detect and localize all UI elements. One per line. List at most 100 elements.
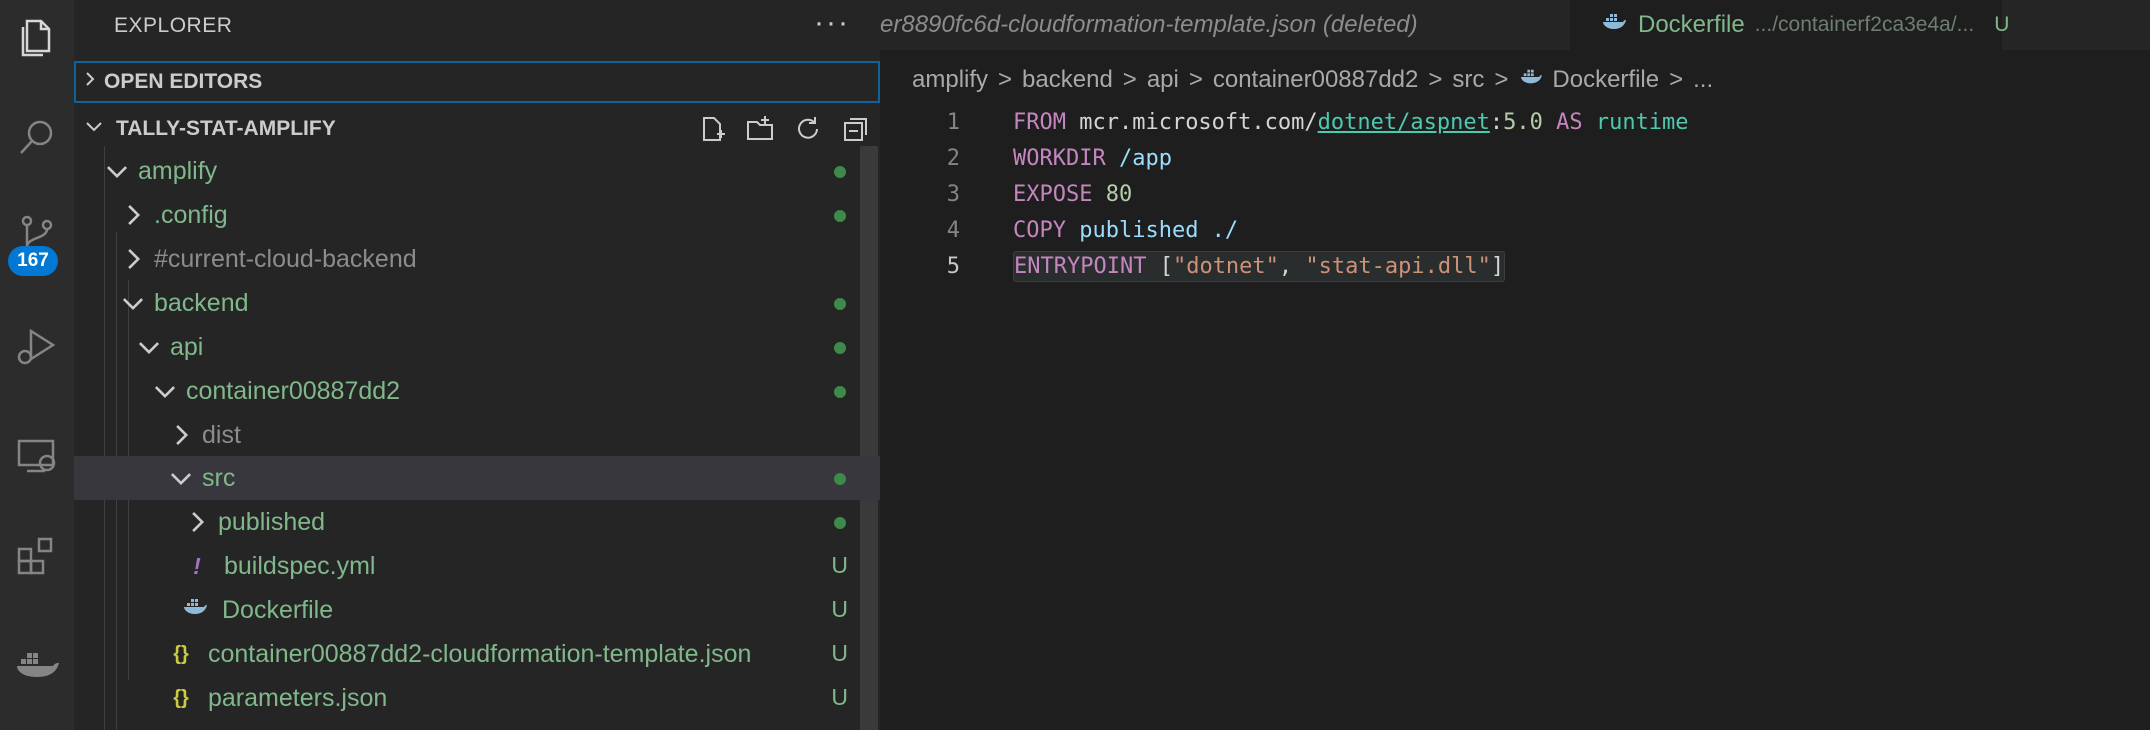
chevron-right-icon: > xyxy=(1122,66,1137,93)
search-icon[interactable] xyxy=(0,102,74,172)
tree-item-label: backend xyxy=(154,288,249,317)
chevron-down-icon xyxy=(106,166,128,179)
tree-item-label: published xyxy=(218,507,326,536)
chevron-down-icon xyxy=(138,342,160,355)
new-file-icon[interactable] xyxy=(688,114,736,144)
chevron-right-icon xyxy=(76,70,104,94)
code-line: 2 WORKDIR /app xyxy=(880,140,2150,176)
code-token: /app xyxy=(1105,145,1172,171)
breadcrumb-item[interactable]: amplify xyxy=(912,66,988,94)
tree-item-label: Dockerfile xyxy=(222,595,334,624)
tab-label: er8890fc6d-cloudformation-template.json … xyxy=(880,11,1418,38)
more-actions-button[interactable]: ··· xyxy=(814,6,850,40)
chevron-right-icon: > xyxy=(1669,66,1684,93)
git-status-dot xyxy=(834,473,846,485)
tab-path: .../containerf2ca3e4a/... xyxy=(1754,13,1975,36)
tree-item-src[interactable]: src xyxy=(74,456,880,500)
tree-item-buildspec[interactable]: ! buildspec.yml U xyxy=(74,544,860,588)
code-link[interactable]: dotnet/aspnet xyxy=(1318,110,1490,135)
code-line-current: 5 ENTRYPOINT ["dotnet", "stat-api.dll"] xyxy=(880,248,2150,284)
code-token: "stat-api.dll" xyxy=(1305,253,1491,279)
chevron-down-icon xyxy=(170,473,192,486)
line-number: 5 xyxy=(946,253,960,279)
chevron-right-icon: > xyxy=(1494,66,1509,93)
tree-item-container00887dd2[interactable]: container00887dd2 xyxy=(74,369,860,413)
docker-file-icon xyxy=(1518,66,1544,94)
explorer-icon[interactable] xyxy=(0,2,74,72)
workspace-actions xyxy=(688,108,880,150)
breadcrumb-item[interactable]: src xyxy=(1452,66,1484,94)
code-token: : xyxy=(1489,109,1504,135)
chevron-down-icon xyxy=(154,386,176,399)
tab-dockerfile[interactable]: Dockerfile .../containerf2ca3e4a/... U xyxy=(1570,0,2009,50)
json-file-icon: {} xyxy=(173,642,189,665)
tree-item-cloudformation-template[interactable]: {} container00887dd2-cloudformation-temp… xyxy=(74,632,860,676)
breadcrumb: amplify > backend > api > container00887… xyxy=(912,66,1713,94)
code-token: ] xyxy=(1490,253,1505,279)
code-token: FROM xyxy=(1013,109,1066,135)
docker-file-icon xyxy=(1600,11,1628,40)
tree-item-label: dist xyxy=(202,420,241,449)
json-file-icon: {} xyxy=(173,686,189,709)
tab-deleted-template[interactable]: er8890fc6d-cloudformation-template.json … xyxy=(880,0,1570,50)
refresh-icon[interactable] xyxy=(784,114,832,144)
chevron-right-icon xyxy=(176,424,189,446)
source-control-badge: 167 xyxy=(8,246,58,276)
open-editors-section[interactable]: OPEN EDITORS xyxy=(74,61,880,103)
git-status-dot xyxy=(834,342,846,354)
run-debug-icon[interactable] xyxy=(0,312,74,382)
tree-item-label: api xyxy=(170,332,204,361)
yaml-file-icon: ! xyxy=(193,552,201,579)
explorer-sidebar: EXPLORER ··· OPEN EDITORS TALLY-STAT-AMP… xyxy=(74,0,880,730)
git-status-badge: U xyxy=(831,596,848,622)
code-token: [ xyxy=(1146,253,1173,279)
tree-item-config[interactable]: .config xyxy=(74,193,860,237)
sidebar-scrollbar[interactable] xyxy=(860,146,878,730)
line-number: 4 xyxy=(946,217,960,243)
git-status-dot xyxy=(834,210,846,222)
extensions-icon[interactable] xyxy=(0,520,74,590)
breadcrumb-item[interactable]: ... xyxy=(1693,66,1713,94)
breadcrumb-item[interactable]: container00887dd2 xyxy=(1213,66,1419,94)
tree-item-label: #current-cloud-backend xyxy=(154,244,417,273)
chevron-right-icon: > xyxy=(1428,66,1443,93)
docker-icon[interactable] xyxy=(0,628,74,698)
text-selection: ENTRYPOINT ["dotnet", "stat-api.dll"] xyxy=(1013,250,1506,282)
collapse-all-icon[interactable] xyxy=(832,114,880,144)
explorer-title: EXPLORER xyxy=(114,14,233,37)
tree-item-label: src xyxy=(202,463,236,492)
code-token: AS xyxy=(1542,109,1596,135)
tree-item-label: .config xyxy=(154,200,228,229)
remote-explorer-icon[interactable] xyxy=(0,420,74,490)
tree-item-parameters[interactable]: {} parameters.json U xyxy=(74,676,860,720)
tree-item-dist[interactable]: dist xyxy=(74,413,860,457)
breadcrumb-item[interactable]: backend xyxy=(1022,66,1113,94)
line-number: 2 xyxy=(946,145,960,171)
open-editors-label: OPEN EDITORS xyxy=(104,70,263,93)
tree-item-label: parameters.json xyxy=(208,683,388,712)
code-token: WORKDIR xyxy=(1013,145,1106,171)
code-line: 4 COPY published ./ xyxy=(880,212,2150,248)
new-folder-icon[interactable] xyxy=(736,114,784,144)
git-status-dot xyxy=(834,166,846,178)
code-token: ENTRYPOINT xyxy=(1014,253,1147,279)
tree-item-backend[interactable]: backend xyxy=(74,281,860,325)
tree-item-published[interactable]: published xyxy=(74,500,860,544)
tree-item-amplify[interactable]: amplify xyxy=(74,149,860,193)
git-status-badge: U xyxy=(831,684,848,710)
breadcrumb-item[interactable]: Dockerfile xyxy=(1552,66,1659,94)
git-status-badge: U xyxy=(1994,13,2010,36)
chevron-right-icon: > xyxy=(998,66,1013,93)
workspace-section[interactable]: TALLY-STAT-AMPLIFY xyxy=(74,108,880,150)
chevron-down-icon xyxy=(122,298,144,311)
breadcrumb-item[interactable]: api xyxy=(1147,66,1179,94)
git-status-dot xyxy=(834,517,846,529)
tree-item-dockerfile[interactable]: Dockerfile U xyxy=(74,588,860,632)
activity-bar: 167 xyxy=(0,0,74,730)
tree-item-current-cloud-backend[interactable]: #current-cloud-backend xyxy=(74,237,860,281)
tree-item-api[interactable]: api xyxy=(74,325,860,369)
chevron-right-icon xyxy=(128,248,141,270)
docker-file-icon xyxy=(182,596,208,624)
code-token: EXPOSE xyxy=(1013,181,1093,207)
